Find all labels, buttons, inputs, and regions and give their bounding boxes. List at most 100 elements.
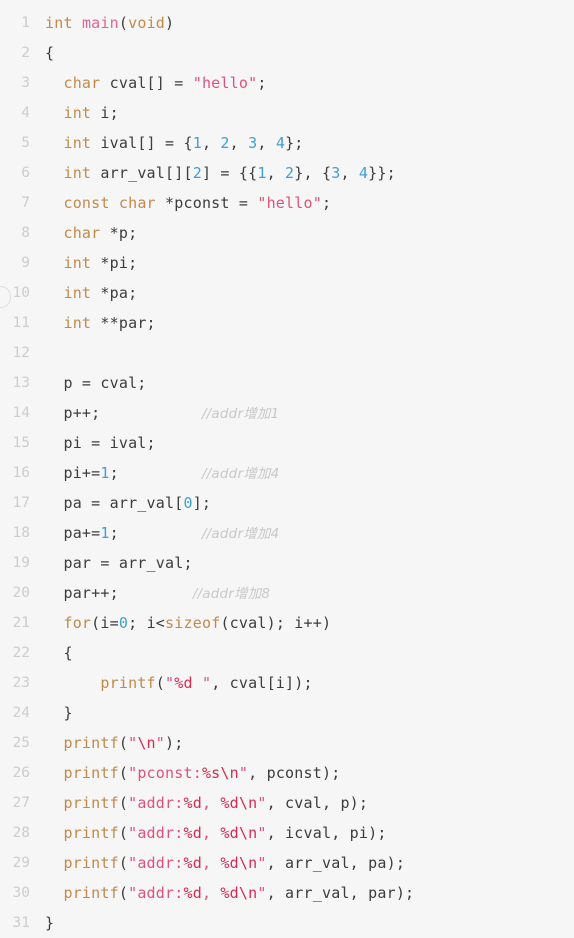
token-punc: )	[165, 14, 175, 32]
code-line[interactable]: 13 p = cval;	[0, 368, 574, 398]
line-content: }	[45, 908, 574, 938]
line-number: 22	[12, 645, 30, 661]
line-number: 4	[21, 105, 30, 121]
token-punc: (	[118, 794, 129, 812]
token-id	[45, 764, 63, 782]
token-punc: (	[118, 854, 129, 872]
code-line[interactable]: 21 for(i=0; i<sizeof(cval); i++)	[0, 608, 574, 638]
token-kw: char	[63, 224, 101, 242]
token-id	[45, 134, 63, 152]
token-fmt: %d	[183, 824, 202, 842]
code-line[interactable]: 30 printf("addr:%d, %d\n", arr_val, par)…	[0, 878, 574, 908]
token-punc: ;	[321, 194, 332, 212]
code-line[interactable]: 16 pi+=1; //addr增加4	[0, 458, 574, 488]
token-id: ,	[229, 134, 249, 152]
line-number: 10	[12, 285, 30, 301]
code-line[interactable]: 18 pa+=1; //addr增加4	[0, 518, 574, 548]
code-line[interactable]: 8 char *p;	[0, 218, 574, 248]
line-number: 1	[21, 15, 30, 31]
code-line[interactable]: 3 char cval[] = "hello";	[0, 68, 574, 98]
token-id: pi = ival;	[45, 434, 156, 452]
token-str: "	[192, 674, 212, 692]
line-number: 15	[12, 435, 30, 451]
code-line[interactable]: 24 }	[0, 698, 574, 728]
token-kw: printf	[63, 824, 119, 842]
token-punc: };	[285, 134, 304, 152]
code-line[interactable]: 19 par = arr_val;	[0, 548, 574, 578]
line-content: {	[45, 638, 574, 668]
code-line[interactable]: 4 int i;	[0, 98, 574, 128]
token-punc: (	[118, 734, 129, 752]
line-number: 26	[12, 765, 30, 781]
line-number: 12	[12, 345, 30, 361]
line-content: int *pa;	[45, 278, 574, 308]
token-punc: {	[45, 44, 55, 62]
line-number: 18	[12, 525, 30, 541]
token-id: pa = arr_val[	[45, 494, 184, 512]
token-fmt: %s\n	[201, 764, 239, 782]
token-id: ;	[109, 524, 119, 542]
token-kw: for	[63, 614, 92, 632]
code-line[interactable]: 27 printf("addr:%d, %d\n", cval, p);	[0, 788, 574, 818]
token-id: }, {	[294, 164, 332, 182]
line-content: }	[45, 698, 574, 728]
token-id: pi+=	[45, 464, 101, 482]
code-line[interactable]: 7 const char *pconst = "hello";	[0, 188, 574, 218]
token-kw: char	[118, 194, 156, 212]
code-line[interactable]: 6 int arr_val[][2] = {{1, 2}, {3, 4}};	[0, 158, 574, 188]
code-line[interactable]: 20 par++; //addr增加8	[0, 578, 574, 608]
token-num: 4	[358, 164, 369, 182]
token-num: 2	[220, 134, 230, 152]
code-line[interactable]: 5 int ival[] = {1, 2, 3, 4};	[0, 128, 574, 158]
token-str: "addr:	[128, 824, 184, 842]
code-line[interactable]: 25 printf("\n");	[0, 728, 574, 758]
line-content: par = arr_val;	[45, 548, 574, 578]
code-line[interactable]: 23 printf("%d ", cval[i]);	[0, 668, 574, 698]
token-id	[110, 194, 119, 212]
line-number: 13	[12, 375, 30, 391]
token-kw: printf	[63, 884, 119, 902]
code-editor[interactable]: 1 int main(void) 2{3 char cval[] = "hello"…	[0, 0, 574, 932]
line-number: 5	[21, 135, 30, 151]
token-kw: printf	[63, 764, 119, 782]
code-line[interactable]: 1 int main(void)	[0, 8, 574, 38]
line-number: 29	[12, 855, 30, 871]
token-kw: printf	[100, 674, 156, 692]
token-kw: int	[63, 164, 92, 182]
token-pad	[119, 524, 202, 542]
code-line[interactable]: 15 pi = ival;	[0, 428, 574, 458]
token-punc: (	[118, 14, 129, 32]
token-fmt: %d	[183, 794, 202, 812]
token-id	[45, 164, 63, 182]
code-line[interactable]: 22 {	[0, 638, 574, 668]
line-content: int *pi;	[45, 248, 574, 278]
line-number: 14	[12, 405, 30, 421]
line-number: 16	[12, 465, 30, 481]
code-line[interactable]: 31}	[0, 908, 574, 938]
code-line[interactable]: 10 int *pa;	[0, 278, 574, 308]
token-id	[45, 674, 100, 692]
token-fmt: %d	[183, 884, 202, 902]
token-kw: int	[63, 314, 92, 332]
token-cmt: //addr增加8	[192, 586, 271, 602]
token-punc: }};	[368, 164, 396, 182]
token-num: 4	[275, 134, 286, 152]
line-content: for(i=0; i<sizeof(cval); i++)	[45, 608, 574, 638]
token-kw: const	[63, 194, 110, 212]
code-line[interactable]: 26 printf("pconst:%s\n", pconst);	[0, 758, 574, 788]
token-str: "	[257, 794, 267, 812]
code-line[interactable]: 29 printf("addr:%d, %d\n", arr_val, pa);	[0, 848, 574, 878]
code-line[interactable]: 12	[0, 338, 574, 368]
code-line[interactable]: 28 printf("addr:%d, %d\n", icval, pi);	[0, 818, 574, 848]
code-line[interactable]: 9 int *pi;	[0, 248, 574, 278]
token-cmt: //addr增加1	[201, 406, 280, 422]
line-number: 20	[12, 585, 30, 601]
code-line[interactable]: 2{	[0, 38, 574, 68]
token-cmt: //addr增加4	[201, 466, 280, 482]
code-line[interactable]: 14 p++; //addr增加1	[0, 398, 574, 428]
code-line[interactable]: 11 int **par;	[0, 308, 574, 338]
token-id: (i=	[91, 614, 119, 632]
token-fmt: %d\n	[220, 794, 258, 812]
token-id: p++;	[45, 404, 101, 422]
code-line[interactable]: 17 pa = arr_val[0];	[0, 488, 574, 518]
